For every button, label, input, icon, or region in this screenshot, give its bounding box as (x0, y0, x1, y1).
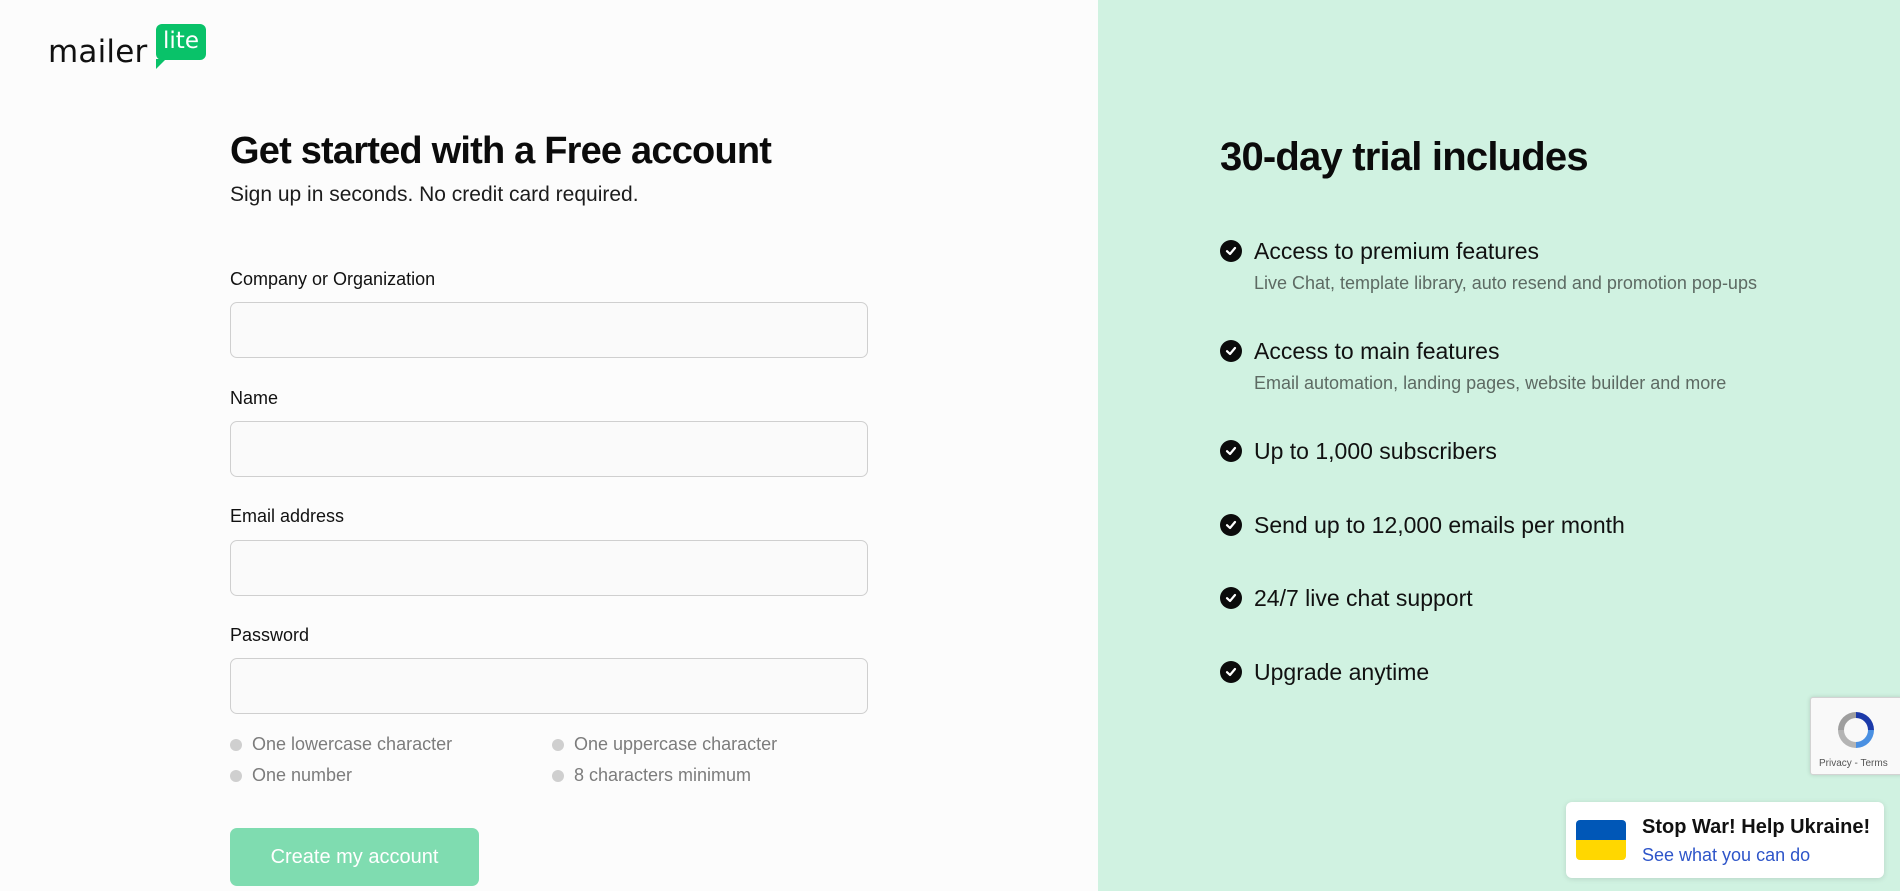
password-label: Password (230, 625, 310, 645)
create-account-button[interactable]: Create my account (230, 828, 479, 886)
rule-text: One lowercase character (252, 734, 453, 754)
feature-title: 24/7 live chat support (1254, 585, 1473, 611)
feature-item: Send up to 12,000 emails per month (1220, 512, 1625, 539)
company-input[interactable] (230, 302, 868, 358)
logo-wordmark: mailer (48, 34, 148, 70)
email-label: Email address (230, 506, 345, 526)
recaptcha-badge[interactable]: Privacy - Terms (1810, 697, 1900, 775)
banner-link[interactable]: See what you can do (1642, 845, 1810, 866)
password-input[interactable] (230, 658, 868, 714)
rule-indicator-icon (552, 738, 564, 751)
trial-info: 30-day trial includes Access to premium … (1220, 135, 1860, 685)
signup-form: Get started with a Free account Sign up … (230, 130, 870, 886)
check-icon (1220, 340, 1242, 362)
ukraine-banner[interactable]: Stop War! Help Ukraine! See what you can… (1566, 802, 1884, 878)
rule-indicator-icon (552, 769, 564, 782)
check-icon (1220, 514, 1242, 536)
page-title: Get started with a Free account (230, 130, 772, 172)
rule-text: One uppercase character (574, 734, 778, 754)
check-icon (1220, 240, 1242, 262)
logo-badge: lite (156, 24, 206, 69)
rule-text: One number (252, 765, 353, 785)
feature-title: Up to 1,000 subscribers (1254, 438, 1497, 464)
feature-item: Upgrade anytime (1220, 659, 1429, 686)
feature-desc: Email automation, landing pages, website… (1254, 373, 1727, 393)
banner-title: Stop War! Help Ukraine! (1642, 816, 1871, 838)
feature-title: Access to main features (1254, 338, 1500, 364)
feature-title: Send up to 12,000 emails per month (1254, 512, 1625, 538)
rule-text: 8 characters minimum (574, 765, 752, 785)
feature-item: Up to 1,000 subscribers (1220, 438, 1497, 465)
rule-min-length: 8 characters minimum (552, 765, 751, 786)
company-label: Company or Organization (230, 269, 436, 289)
recaptcha-links[interactable]: Privacy - Terms (1819, 758, 1888, 769)
feature-desc: Live Chat, template library, auto resend… (1254, 273, 1757, 293)
name-input[interactable] (230, 421, 868, 477)
check-icon (1220, 587, 1242, 609)
rule-indicator-icon (230, 738, 242, 751)
ukraine-flag-icon (1576, 820, 1626, 860)
rule-uppercase: One uppercase character (552, 734, 777, 755)
feature-item: Access to premium features Live Chat, te… (1220, 238, 1757, 294)
feature-item: 24/7 live chat support (1220, 585, 1473, 612)
check-icon (1220, 440, 1242, 462)
check-icon (1220, 661, 1242, 683)
feature-title: Upgrade anytime (1254, 659, 1430, 685)
feature-item: Access to main features Email automation… (1220, 338, 1726, 394)
rule-indicator-icon (230, 769, 242, 782)
recaptcha-icon (1838, 712, 1874, 748)
trial-title: 30-day trial includes (1220, 135, 1589, 179)
trial-panel (1098, 0, 1900, 891)
rule-lowercase: One lowercase character (230, 734, 452, 755)
rule-number: One number (230, 765, 352, 786)
feature-title: Access to premium features (1254, 238, 1540, 264)
page-subtitle: Sign up in seconds. No credit card requi… (230, 183, 639, 206)
name-label: Name (230, 388, 279, 408)
email-input[interactable] (230, 540, 868, 596)
